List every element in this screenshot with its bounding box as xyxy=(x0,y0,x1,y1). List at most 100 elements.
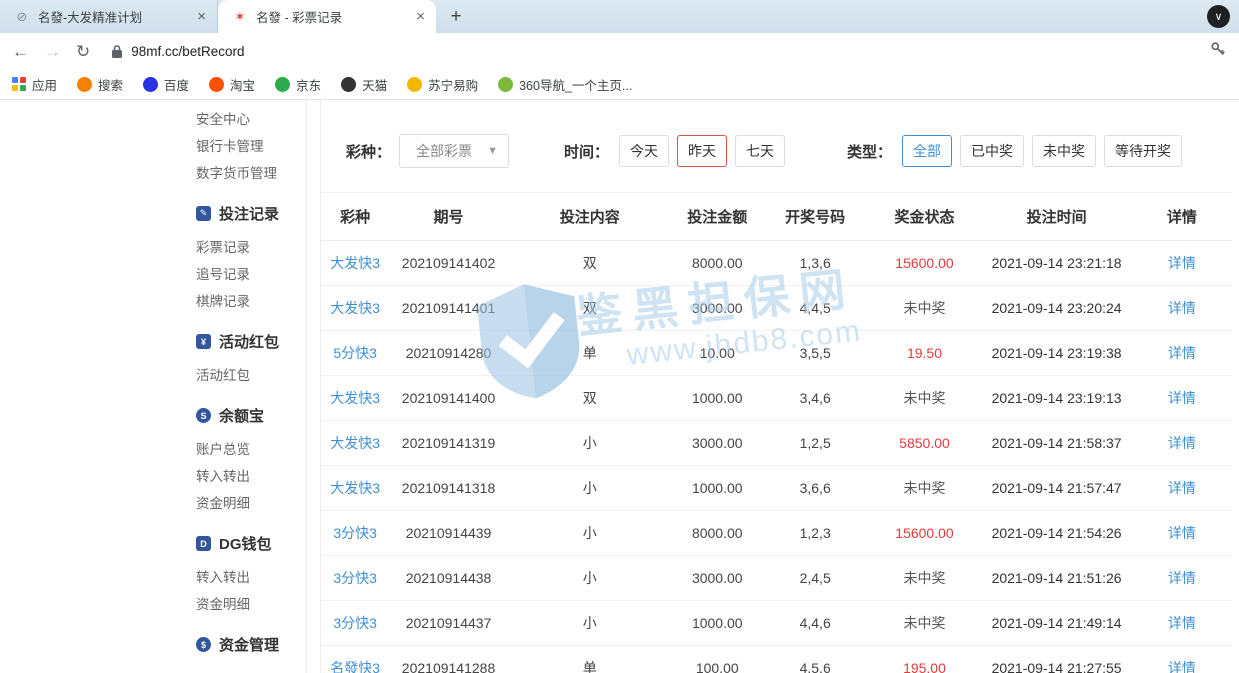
table-cell-lottery[interactable]: 5分快3 xyxy=(321,331,389,376)
table-cell-issue: 20210914439 xyxy=(389,511,507,556)
new-tab-button[interactable]: + xyxy=(442,4,470,30)
table-row: 大发快3202109141402双8000.001,3,615600.00202… xyxy=(321,241,1232,286)
baidu-favicon xyxy=(143,77,158,92)
tab-plan[interactable]: ⊘ 名發-大发精准计划 × xyxy=(0,0,218,33)
detail-link[interactable]: 详情 xyxy=(1168,345,1196,361)
bookmark-item[interactable]: 搜索 xyxy=(77,75,123,94)
table-row: 3分快320210914437小1000.004,4,6未中奖2021-09-1… xyxy=(321,601,1232,646)
detail-link[interactable]: 详情 xyxy=(1168,660,1196,673)
detail-link[interactable]: 详情 xyxy=(1168,435,1196,451)
table-cell-numbers: 1,2,3 xyxy=(763,511,868,556)
sidebar-section-red-packet[interactable]: ¥活动红包 xyxy=(196,331,306,352)
bookmark-item[interactable]: 苏宁易购 xyxy=(407,75,478,94)
column-header: 奖金状态 xyxy=(868,193,982,241)
table-cell-status: 5850.00 xyxy=(868,421,982,466)
time-filter-option[interactable]: 七天 xyxy=(735,135,785,167)
table-cell-content: 小 xyxy=(508,556,672,601)
bookmark-item[interactable]: 京东 xyxy=(275,75,321,94)
sidebar-item[interactable]: 账户总览 xyxy=(196,436,306,463)
table-cell-content: 单 xyxy=(508,331,672,376)
time-filter-option[interactable]: 今天 xyxy=(619,135,669,167)
table-cell-status: 未中奖 xyxy=(868,601,982,646)
table-cell-content: 小 xyxy=(508,466,672,511)
detail-link[interactable]: 详情 xyxy=(1168,480,1196,496)
bookmark-item[interactable]: 百度 xyxy=(143,75,189,94)
sidebar-item[interactable]: 资金明细 xyxy=(196,490,306,517)
sidebar-section-funds[interactable]: $资金管理 xyxy=(196,634,306,655)
refresh-icon[interactable]: ↻ xyxy=(76,43,90,60)
detail-link[interactable]: 详情 xyxy=(1168,525,1196,541)
tab-bet-record[interactable]: ✶ 名發 - 彩票记录 × xyxy=(218,0,436,33)
sidebar-item[interactable]: 银行卡管理 xyxy=(196,133,306,160)
type-filter-option[interactable]: 全部 xyxy=(902,135,952,167)
type-filter-option[interactable]: 已中奖 xyxy=(960,135,1024,167)
back-icon[interactable]: ← xyxy=(12,43,29,60)
bookmark-item[interactable]: 360导航_一个主页... xyxy=(498,75,632,94)
table-cell-detail: 详情 xyxy=(1132,421,1232,466)
forward-icon[interactable]: → xyxy=(44,43,61,60)
table-cell-numbers: 3,5,5 xyxy=(763,331,868,376)
detail-link[interactable]: 详情 xyxy=(1168,390,1196,406)
table-cell-lottery[interactable]: 3分快3 xyxy=(321,601,389,646)
table-cell-issue: 202109141319 xyxy=(389,421,507,466)
tab-close-icon[interactable]: × xyxy=(194,8,209,25)
table-cell-content: 双 xyxy=(508,286,672,331)
table-cell-numbers: 1,2,5 xyxy=(763,421,868,466)
bookmark-item[interactable]: 天猫 xyxy=(341,75,387,94)
detail-link[interactable]: 详情 xyxy=(1168,615,1196,631)
bookmark-label: 苏宁易购 xyxy=(428,75,478,94)
sidebar-item[interactable]: 数字货币管理 xyxy=(196,160,306,187)
download-circle-icon[interactable]: ∨ xyxy=(1207,5,1230,28)
table-cell-lottery[interactable]: 大发快3 xyxy=(321,286,389,331)
table-cell-status: 15600.00 xyxy=(868,511,982,556)
type-filter-option[interactable]: 未中奖 xyxy=(1032,135,1096,167)
table-row: 大发快3202109141318小1000.003,6,6未中奖2021-09-… xyxy=(321,466,1232,511)
table-cell-issue: 202109141400 xyxy=(389,376,507,421)
sidebar-item[interactable]: 资金明细 xyxy=(196,591,306,618)
sidebar-item[interactable]: 安全中心 xyxy=(196,106,306,133)
column-header: 投注金额 xyxy=(672,193,763,241)
table-cell-content: 小 xyxy=(508,601,672,646)
table-cell-lottery[interactable]: 3分快3 xyxy=(321,556,389,601)
sidebar-item[interactable]: 活动红包 xyxy=(196,362,306,389)
nav360-favicon xyxy=(498,77,513,92)
tab-close-icon[interactable]: × xyxy=(413,8,428,25)
lottery-select[interactable]: 全部彩票 ▼ xyxy=(399,134,509,168)
table-row: 大发快3202109141401双3000.004,4,5未中奖2021-09-… xyxy=(321,286,1232,331)
table-cell-numbers: 1,3,6 xyxy=(763,241,868,286)
table-cell-amount: 8000.00 xyxy=(672,241,763,286)
table-cell-issue: 20210914280 xyxy=(389,331,507,376)
table-cell-lottery[interactable]: 大发快3 xyxy=(321,466,389,511)
sidebar-section-dg-wallet[interactable]: DDG钱包 xyxy=(196,533,306,554)
table-cell-lottery[interactable]: 大发快3 xyxy=(321,376,389,421)
table-cell-lottery[interactable]: 3分快3 xyxy=(321,511,389,556)
bookmark-item[interactable]: 淘宝 xyxy=(209,75,255,94)
table-cell-content: 小 xyxy=(508,421,672,466)
jd-favicon xyxy=(275,77,290,92)
bookmark-label: 百度 xyxy=(164,75,189,94)
sidebar-item[interactable]: 棋牌记录 xyxy=(196,288,306,315)
browser-toolbar: ← → ↻ 98mf.cc/betRecord xyxy=(0,33,1239,69)
sidebar-item[interactable]: 转入转出 xyxy=(196,463,306,490)
sidebar-item[interactable]: 追号记录 xyxy=(196,261,306,288)
table-cell-content: 小 xyxy=(508,511,672,556)
sidebar-item[interactable]: 彩票记录 xyxy=(196,234,306,261)
table-cell-lottery[interactable]: 大发快3 xyxy=(321,241,389,286)
detail-link[interactable]: 详情 xyxy=(1168,300,1196,316)
detail-link[interactable]: 详情 xyxy=(1168,570,1196,586)
table-cell-issue: 202109141402 xyxy=(389,241,507,286)
sidebar-section-bet-records[interactable]: ✎投注记录 xyxy=(196,203,306,224)
password-key-icon[interactable] xyxy=(1209,40,1227,63)
sidebar-item[interactable]: 转入转出 xyxy=(196,564,306,591)
lottery-filter-label: 彩种： xyxy=(346,141,391,162)
address-bar[interactable]: 98mf.cc/betRecord xyxy=(111,44,244,59)
type-filter-option[interactable]: 等待开奖 xyxy=(1104,135,1182,167)
table-cell-lottery[interactable]: 名發快3 xyxy=(321,646,389,673)
table-cell-issue: 20210914438 xyxy=(389,556,507,601)
sidebar-section-yuebao[interactable]: S余额宝 xyxy=(196,405,306,426)
bookmark-item[interactable]: 应用 xyxy=(12,75,57,94)
table-cell-lottery[interactable]: 大发快3 xyxy=(321,421,389,466)
detail-link[interactable]: 详情 xyxy=(1168,255,1196,271)
time-filter-option[interactable]: 昨天 xyxy=(677,135,727,167)
column-header: 期号 xyxy=(389,193,507,241)
